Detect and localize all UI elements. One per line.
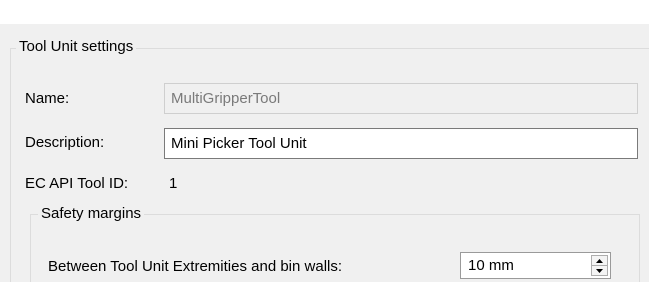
- spin-buttons: [591, 255, 608, 276]
- description-label: Description:: [25, 134, 105, 151]
- ec-api-tool-id-value: 1: [169, 175, 178, 192]
- bin-walls-value[interactable]: 10 mm: [468, 253, 514, 278]
- arrow-up-icon[interactable]: [592, 256, 607, 266]
- description-field[interactable]: Mini Picker Tool Unit: [164, 128, 638, 159]
- name-field[interactable]: MultiGripperTool: [164, 83, 638, 114]
- bin-walls-label: Between Tool Unit Extremities and bin wa…: [48, 258, 343, 275]
- tool-unit-settings-panel: Tool Unit settings Name: MultiGripperToo…: [0, 0, 649, 282]
- safety-margins-group-border-right: [639, 214, 640, 282]
- name-label: Name:: [25, 90, 70, 107]
- tool-unit-settings-group-border-left: [10, 48, 11, 282]
- arrow-down-icon[interactable]: [592, 266, 607, 275]
- safety-margins-title: Safety margins: [38, 205, 145, 223]
- tool-unit-settings-title: Tool Unit settings: [16, 38, 137, 56]
- ec-api-tool-id-label: EC API Tool ID:: [25, 175, 129, 192]
- safety-margins-group-border-left: [30, 214, 31, 282]
- top-strip: [0, 0, 649, 24]
- bin-walls-spinbox[interactable]: 10 mm: [460, 252, 611, 279]
